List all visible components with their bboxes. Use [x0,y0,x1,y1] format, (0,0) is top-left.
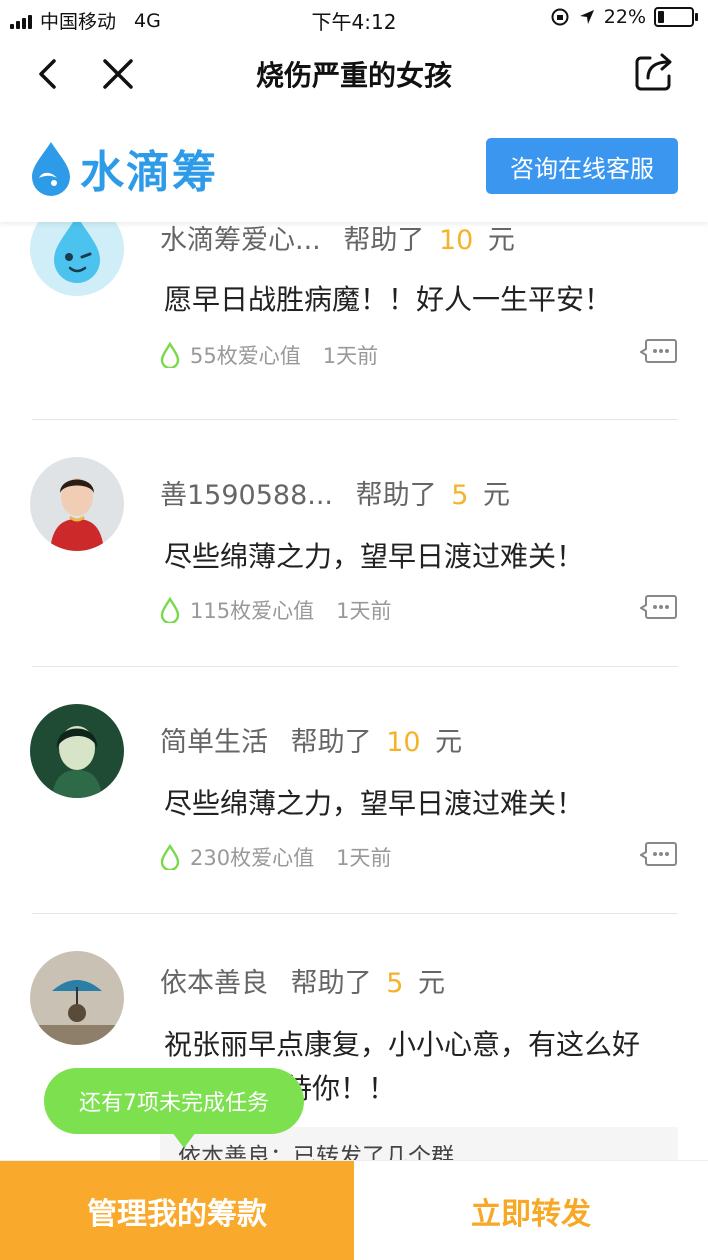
donor-line: 依本善良 帮助了 5 元 [160,961,445,1000]
user-photo-icon [30,457,124,551]
donation-time: 1天前 [336,846,392,870]
donation-message: 尽些绵薄之力，望早日渡过难关！ [164,787,585,820]
donation-message-line1: 祝张丽早点康复，小小心意，有这么好 [164,1028,641,1061]
avatar [30,457,124,551]
brand-bar: 水滴筹 咨询在线客服 [0,110,708,222]
divider [32,419,678,420]
donation-amount: 10 [386,727,421,758]
love-points: 115枚爱心值 [190,599,315,623]
pending-tasks-bubble[interactable]: 还有7项未完成任务 [44,1068,304,1148]
donation-item: 水滴筹爱心... 帮助了 10 元 愿早日战胜病魔！！好人一生平安！ 55枚爱心… [0,222,708,429]
user-photo-icon [30,951,124,1045]
helped-label: 帮助了 [290,968,372,999]
donation-feed[interactable]: 水滴筹爱心... 帮助了 10 元 愿早日战胜病魔！！好人一生平安！ 55枚爱心… [0,222,708,1160]
battery-percent: 22% [603,6,646,28]
divider [32,666,678,667]
rotation-lock-icon [551,8,569,26]
donation-meta: 55枚爱心值 1天前 [160,340,378,370]
avatar [30,222,124,296]
donation-meta: 115枚爱心值 1天前 [160,595,391,625]
water-drop-logo-icon [32,142,70,196]
donor-line: 简单生活 帮助了 10 元 [160,720,462,759]
donation-time: 1天前 [336,599,392,623]
helped-label: 帮助了 [290,727,372,758]
donor-line: 善1590588... 帮助了 5 元 [160,473,510,512]
comment-icon[interactable] [640,594,678,622]
battery-icon [654,7,698,27]
love-points: 55枚爱心值 [190,344,301,368]
donor-name: 水滴筹爱心... [160,225,321,256]
bottom-action-bar: 管理我的筹款 立即转发 [0,1160,708,1260]
comment-icon[interactable] [640,841,678,869]
page-title: 烧伤严重的女孩 [255,59,452,92]
consult-service-button[interactable]: 咨询在线客服 [486,138,678,194]
manage-fundraising-button[interactable]: 管理我的筹款 [0,1161,354,1260]
divider [32,913,678,914]
donor-line: 水滴筹爱心... 帮助了 10 元 [160,222,515,257]
donation-amount: 5 [386,968,404,999]
location-icon [579,10,594,24]
share-now-button[interactable]: 立即转发 [354,1161,708,1260]
user-photo-icon [30,704,124,798]
donation-amount: 5 [451,480,469,511]
nav-bar: 烧伤严重的女孩 [0,36,708,111]
love-drop-icon [160,844,180,870]
donation-item: 简单生活 帮助了 10 元 尽些绵薄之力，望早日渡过难关！ 230枚爱心值 1天… [0,676,708,923]
donor-name: 简单生活 [160,727,268,758]
amount-unit: 元 [487,225,515,256]
donation-item: 善1590588... 帮助了 5 元 尽些绵薄之力，望早日渡过难关！ 115枚… [0,429,708,676]
status-right: 22% [550,6,698,28]
water-drop-mascot-icon [30,222,124,296]
brand-logo: 水滴筹 [30,136,218,200]
donation-meta: 230枚爱心值 1天前 [160,842,391,872]
helped-label: 帮助了 [343,225,425,256]
donor-name: 依本善良 [160,968,268,999]
reply-text: 依本善良：已转发了几个群 [178,1144,454,1160]
avatar [30,951,124,1045]
donation-time: 1天前 [322,344,379,368]
comment-icon[interactable] [640,338,678,366]
donation-message: 尽些绵薄之力，望早日渡过难关！ [164,540,585,573]
donor-name: 善1590588... [160,480,333,511]
donation-amount: 10 [438,225,474,256]
love-drop-icon [160,342,180,368]
amount-unit: 元 [417,968,445,999]
status-bar: 中国移动 4G 下午4:12 22% [0,0,708,36]
share-icon[interactable] [632,50,676,94]
love-points: 230枚爱心值 [190,846,315,870]
donation-message: 愿早日战胜病魔！！好人一生平安！ [164,283,613,316]
amount-unit: 元 [435,727,463,758]
love-drop-icon [160,597,180,623]
amount-unit: 元 [482,480,510,511]
helped-label: 帮助了 [355,480,437,511]
avatar [30,704,124,798]
brand-name: 水滴筹 [80,147,218,198]
